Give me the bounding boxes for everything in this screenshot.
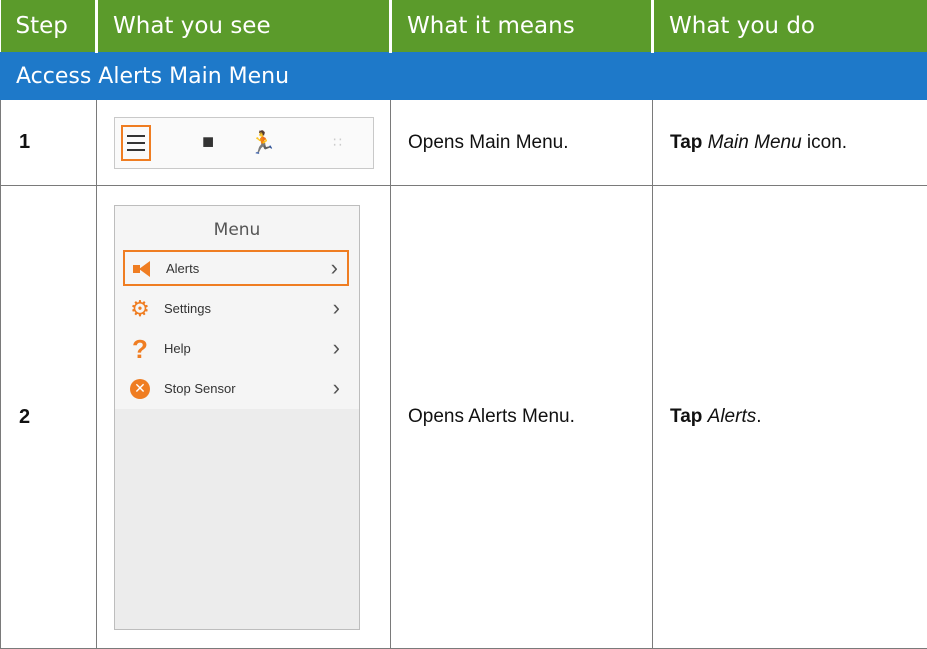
action-verb: Tap <box>670 131 703 153</box>
header-what-you-do: What you do <box>652 0 927 53</box>
menu-title: Menu <box>213 219 261 240</box>
what-you-do-cell: Tap Main Menu icon. <box>652 99 927 186</box>
action-rest: . <box>756 406 762 427</box>
chevron-right-icon: › <box>330 254 338 280</box>
menu-item-label: Alerts <box>166 260 200 276</box>
what-you-see-cell: Menu Alerts › ⚙ Settings › ? Help › ✕ St… <box>96 185 391 649</box>
gear-icon: ⚙ <box>130 295 150 321</box>
header-what-you-see: What you see <box>96 0 392 53</box>
main-menu-icon <box>117 118 155 168</box>
action-verb: Tap <box>670 406 703 427</box>
sensor-pin-icon: ■ <box>201 131 215 153</box>
section-title: Access Alerts Main Menu <box>0 52 927 100</box>
chevron-right-icon: › <box>332 334 340 360</box>
what-it-means-cell: Opens Alerts Menu. <box>390 185 653 649</box>
alert-megaphone-icon <box>131 258 153 280</box>
menu-item-alerts: Alerts › <box>123 249 349 286</box>
menu-item-stop-sensor: ✕ Stop Sensor › <box>123 372 349 408</box>
header-step: Step <box>0 0 98 53</box>
stop-sensor-icon: ✕ <box>129 378 151 400</box>
header-what-it-means: What it means <box>390 0 654 53</box>
dots-icon: ∷ <box>333 134 343 150</box>
app-toolbar-image: ■ 🏃 ∷ <box>114 116 374 169</box>
what-it-means-cell: Opens Main Menu. <box>390 99 653 186</box>
menu-item-label: Help <box>164 340 191 356</box>
action-target: Alerts <box>707 406 757 427</box>
table-header-row: Step What you see What it means What you… <box>0 0 927 53</box>
menu-item-settings: ⚙ Settings › <box>123 292 349 328</box>
step-number: 1 <box>0 99 97 186</box>
menu-item-label: Stop Sensor <box>164 380 236 396</box>
chevron-right-icon: › <box>332 294 340 320</box>
step-number: 2 <box>0 185 97 649</box>
action-rest: icon. <box>801 131 848 153</box>
activity-runner-icon: 🏃 <box>249 129 277 155</box>
instruction-table: Step What you see What it means What you… <box>0 0 927 649</box>
what-you-see-cell: ■ 🏃 ∷ <box>96 99 391 186</box>
what-you-do-cell: Tap Alerts. <box>652 185 927 649</box>
menu-item-label: Settings <box>164 300 211 316</box>
menu-item-help: ? Help › <box>123 332 349 368</box>
action-target: Main Menu <box>707 131 802 153</box>
menu-screen-image: Menu Alerts › ⚙ Settings › ? Help › ✕ St… <box>114 204 360 630</box>
chevron-right-icon: › <box>332 374 340 400</box>
section-row: Access Alerts Main Menu <box>0 52 927 100</box>
table-row: 2 Menu Alerts › ⚙ Settings › ? Help › ✕ … <box>0 185 927 649</box>
table-row: 1 ■ 🏃 ∷ Opens Main Menu. Tap Main Menu i… <box>0 99 927 186</box>
question-icon: ? <box>132 333 148 364</box>
